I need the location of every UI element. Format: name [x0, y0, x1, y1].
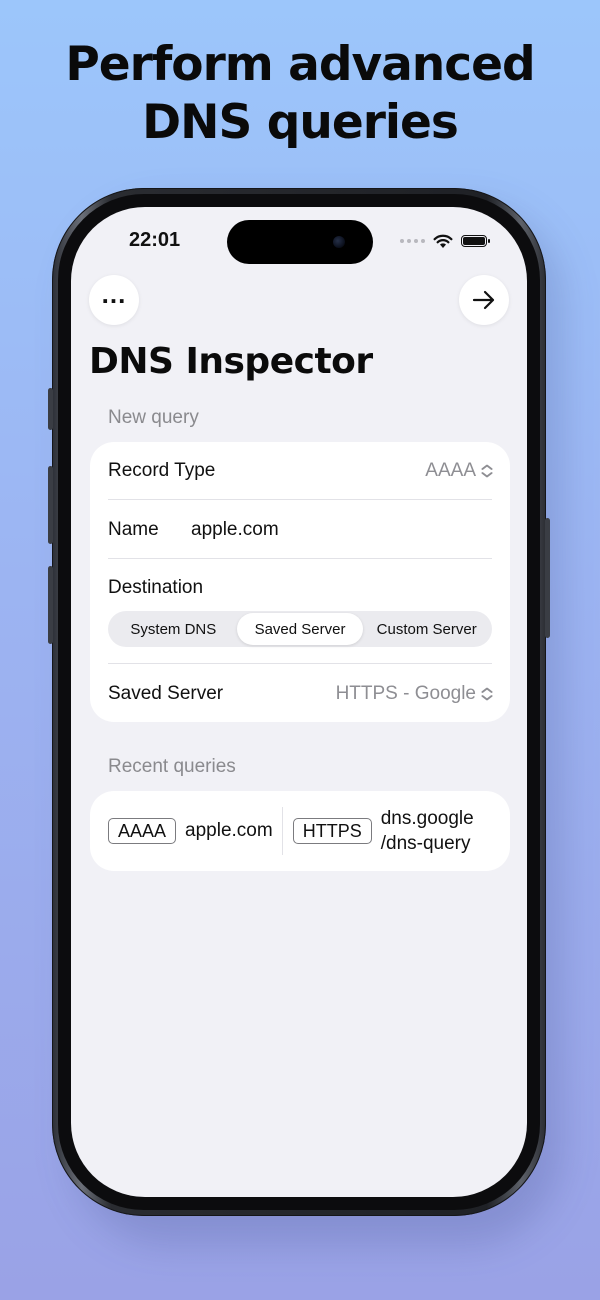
ellipsis-icon: ... — [101, 279, 127, 309]
name-label: Name — [108, 519, 159, 540]
more-options-button[interactable]: ... — [89, 275, 139, 325]
status-icons — [400, 233, 490, 249]
record-type-label: Record Type — [108, 460, 216, 481]
headline-line-1: Perform advanced — [65, 37, 535, 92]
arrow-right-icon — [472, 290, 495, 310]
new-query-card: Record Type AAAA Name apple.com Destinat… — [90, 442, 510, 722]
action-button — [48, 388, 53, 430]
record-type-badge: AAAA — [108, 818, 177, 844]
record-type-value: AAAA — [425, 460, 476, 481]
name-row: Name apple.com — [108, 513, 492, 547]
divider — [108, 663, 492, 664]
recent-query-server: dns.google /dns-query — [381, 806, 474, 856]
run-query-button[interactable] — [459, 275, 509, 325]
protocol-badge: HTTPS — [292, 818, 372, 844]
segment-system-dns[interactable]: System DNS — [110, 613, 237, 645]
power-button — [545, 518, 550, 638]
headline: Perform advanced DNS queries — [0, 36, 600, 152]
server-line-1: dns.google — [380, 808, 474, 829]
divider — [108, 499, 492, 500]
destination-segmented-control: System DNS Saved Server Custom Server — [108, 611, 492, 647]
divider — [281, 807, 283, 855]
saved-server-row[interactable]: Saved Server HTTPS - Google — [108, 677, 494, 711]
record-type-picker[interactable]: AAAA — [425, 460, 494, 482]
recent-query-name: apple.com — [185, 820, 273, 841]
recent-queries-header: Recent queries — [108, 756, 236, 777]
new-query-header: New query — [108, 407, 199, 428]
page-title: DNS Inspector — [89, 341, 373, 382]
saved-server-label: Saved Server — [108, 683, 224, 704]
name-field[interactable]: apple.com — [191, 519, 279, 541]
dynamic-island — [227, 220, 373, 264]
chevron-up-down-icon — [481, 463, 494, 479]
saved-server-picker[interactable]: HTTPS - Google — [335, 683, 494, 705]
server-line-2: /dns-query — [380, 833, 471, 854]
destination-label: Destination — [108, 577, 204, 598]
battery-icon — [461, 235, 490, 247]
chevron-up-down-icon — [481, 686, 494, 702]
camera-icon — [333, 236, 345, 248]
record-type-row[interactable]: Record Type AAAA — [108, 454, 494, 488]
recent-query-item[interactable]: AAAA apple.com HTTPS dns.google /dns-que… — [108, 791, 496, 871]
volume-up-button — [48, 466, 53, 544]
saved-server-value: HTTPS - Google — [335, 683, 476, 704]
destination-row: Destination — [108, 571, 492, 605]
status-time: 22:01 — [129, 229, 181, 251]
segment-saved-server[interactable]: Saved Server — [236, 613, 364, 645]
recent-queries-card: AAAA apple.com HTTPS dns.google /dns-que… — [90, 791, 510, 871]
volume-down-button — [48, 566, 53, 644]
phone-screen: 22:01 ... DNS Inspector New query Record… — [71, 207, 527, 1197]
divider — [108, 558, 492, 559]
cellular-signal-icon — [400, 239, 425, 243]
wifi-icon — [433, 234, 453, 248]
headline-line-2: DNS queries — [142, 95, 459, 150]
segment-custom-server[interactable]: Custom Server — [363, 613, 490, 645]
